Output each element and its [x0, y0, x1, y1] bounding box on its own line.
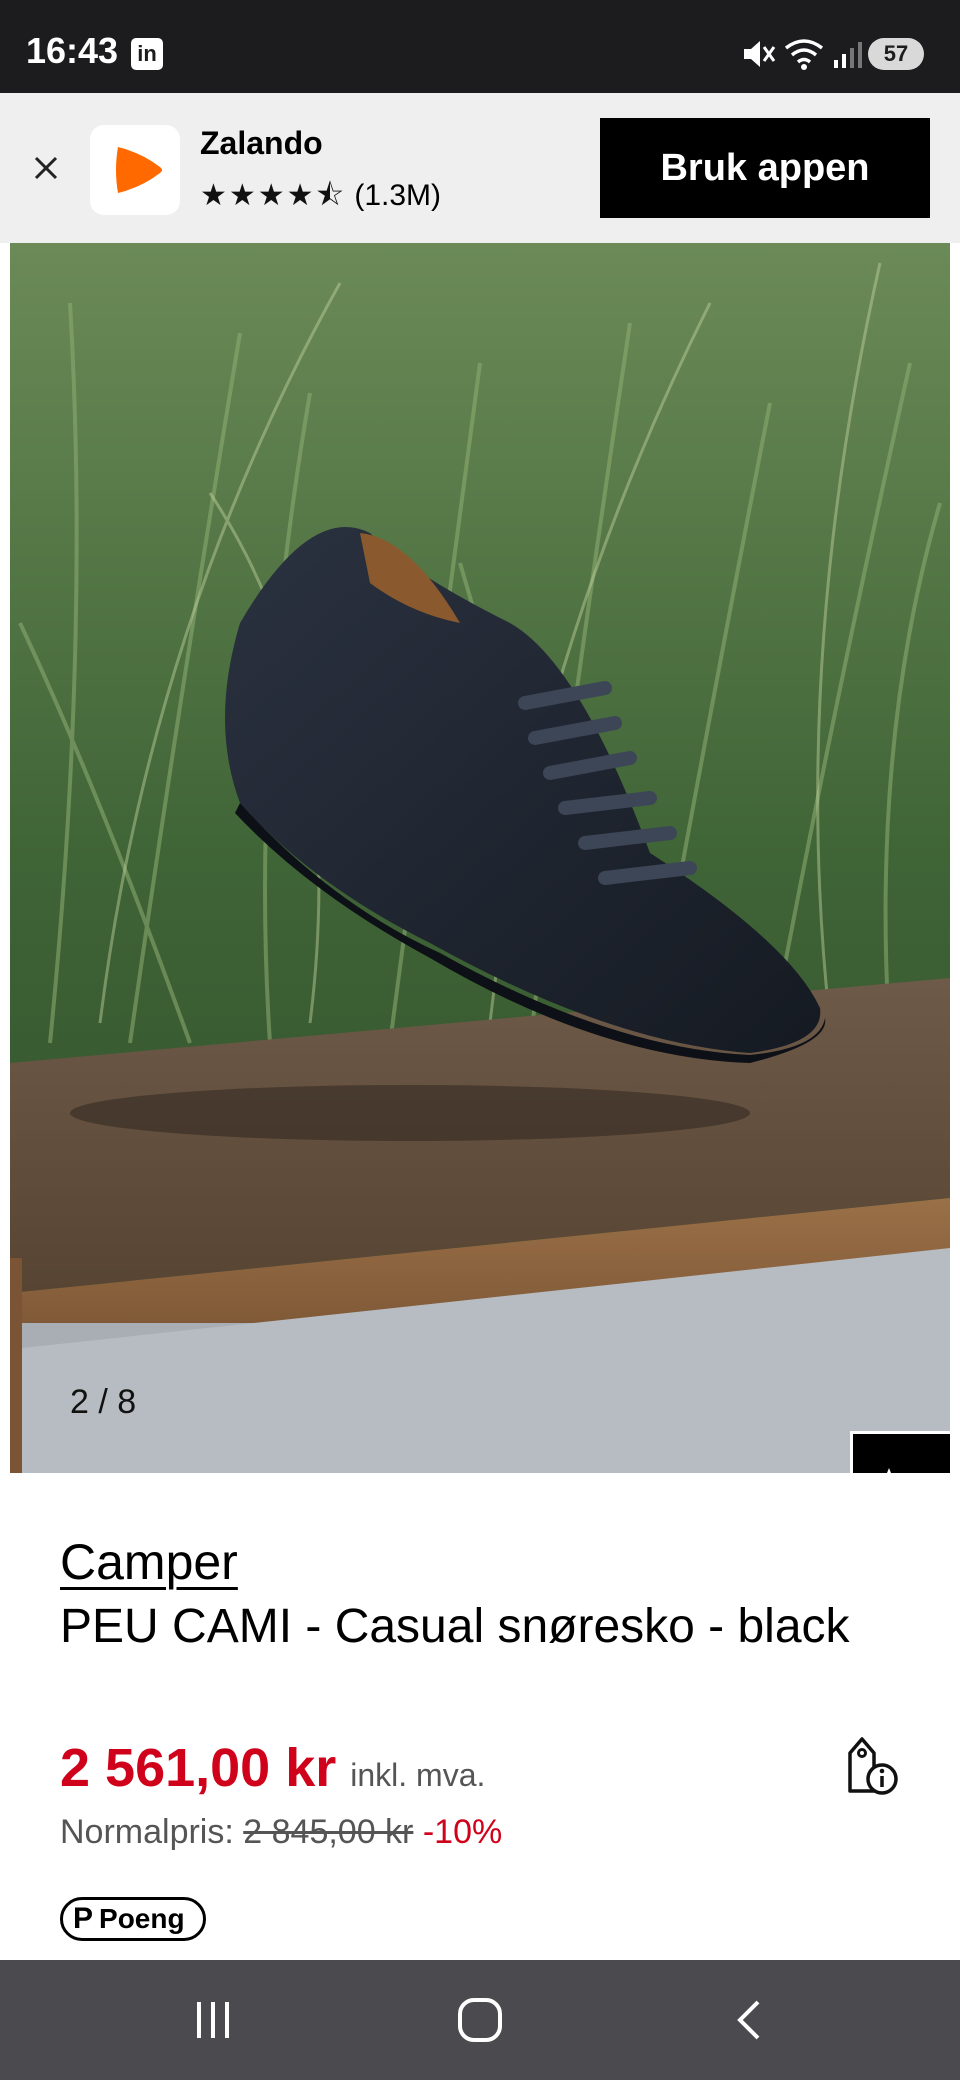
- find-similar-button[interactable]: [850, 1431, 950, 1473]
- product-image-carousel[interactable]: 2 / 8: [10, 243, 950, 1473]
- back-icon: [737, 2000, 760, 2040]
- brand-link[interactable]: Camper: [60, 1533, 238, 1591]
- recent-apps-icon: [197, 2002, 229, 2038]
- rating-count: (1.3M): [354, 179, 442, 212]
- home-button[interactable]: [450, 1990, 510, 2050]
- close-icon[interactable]: [26, 148, 66, 188]
- original-price: 2 845,00 kr: [243, 1813, 414, 1851]
- normal-price-row: Normalpris: 2 845,00 kr -10%: [60, 1813, 502, 1852]
- visual-search-icon: [887, 1468, 891, 1473]
- points-label: Poeng: [99, 1903, 185, 1934]
- points-icon: P: [73, 1902, 94, 1935]
- image-counter: 2 / 8: [70, 1383, 137, 1421]
- app-install-banner: Zalando ★★★★⯪ (1.3M) Bruk appen: [0, 93, 960, 243]
- recent-apps-button[interactable]: [183, 1990, 243, 2050]
- status-time: 16:43: [26, 30, 119, 71]
- discount-percent: -10%: [422, 1813, 503, 1851]
- home-icon: [458, 1998, 502, 2042]
- product-photo: [10, 243, 950, 1473]
- system-nav-bar: [0, 1960, 960, 2080]
- price-vat-note: inkl. mva.: [350, 1757, 486, 1793]
- mute-icon: [744, 41, 776, 67]
- linkedin-icon: in: [131, 38, 163, 70]
- wifi-icon: [784, 39, 824, 70]
- back-button[interactable]: [720, 1990, 780, 2050]
- price-tag-info-icon[interactable]: [838, 1733, 904, 1799]
- zalando-logo: [90, 125, 180, 215]
- product-title: PEU CAMI - Casual snøresko - black: [60, 1600, 850, 1653]
- status-icons: 57: [720, 0, 960, 93]
- app-name: Zalando: [200, 125, 323, 161]
- price-row: 2 561,00 kr inkl. mva.: [60, 1737, 485, 1799]
- open-app-button[interactable]: Bruk appen: [600, 118, 930, 218]
- rating-stars-icon: ★★★★⯪: [200, 179, 346, 212]
- points-badge[interactable]: P Poeng: [60, 1897, 206, 1941]
- signal-icon: [834, 42, 862, 68]
- normal-price-label: Normalpris:: [60, 1813, 234, 1851]
- battery-icon: 57: [868, 38, 924, 70]
- status-bar: 16:43 in 57: [0, 0, 960, 93]
- current-price: 2 561,00 kr: [60, 1738, 337, 1798]
- app-rating: ★★★★⯪ (1.3M): [200, 173, 441, 224]
